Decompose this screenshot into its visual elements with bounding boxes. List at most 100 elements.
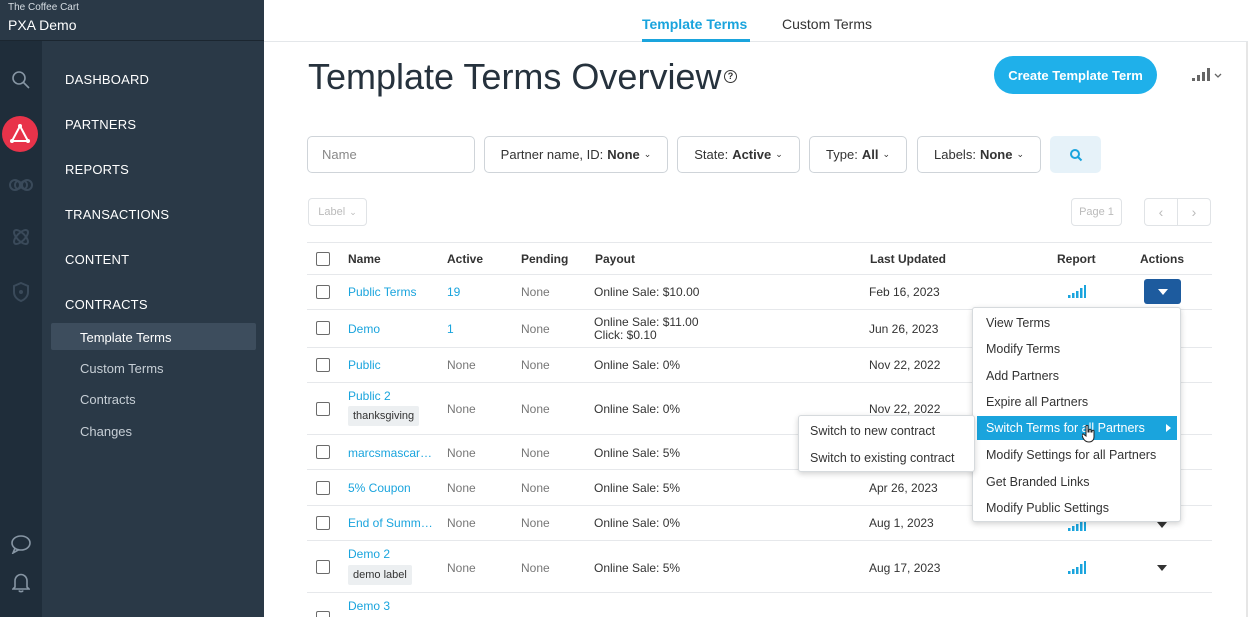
actions-caret-icon[interactable] <box>1157 565 1167 571</box>
search-button[interactable] <box>1050 136 1101 173</box>
search-icon[interactable] <box>9 68 33 92</box>
menu-item-switch-terms-label: Switch Terms for all Partners <box>986 421 1145 435</box>
term-name-link[interactable]: End of Summ… <box>348 516 433 530</box>
column-header-name[interactable]: Name <box>348 252 381 266</box>
report-bars-icon[interactable] <box>1068 285 1086 303</box>
active-tab-indicator <box>642 39 750 42</box>
nav-item-transactions[interactable]: TRANSACTIONS <box>65 207 169 222</box>
pending-cell: None <box>521 561 550 575</box>
bell-icon[interactable] <box>9 570 33 594</box>
submenu-item-existing-contract[interactable]: Switch to existing contract <box>810 451 955 465</box>
menu-item-modify-terms[interactable]: Modify Terms <box>986 342 1060 356</box>
nav-item-content[interactable]: CONTENT <box>65 252 129 267</box>
shield-icon[interactable] <box>9 280 33 304</box>
create-template-term-button[interactable]: Create Template Term <box>994 56 1157 94</box>
labels-filter-dropdown[interactable]: Labels: None ⌄ <box>917 136 1041 173</box>
term-name-link[interactable]: marcsmascar… <box>348 446 432 460</box>
chevron-down-icon: ⌄ <box>882 149 890 159</box>
term-name-link[interactable]: Public 2 <box>348 389 391 403</box>
submenu-item-new-contract[interactable]: Switch to new contract <box>810 424 935 438</box>
column-header-active[interactable]: Active <box>447 252 483 266</box>
row-checkbox[interactable] <box>316 402 330 416</box>
partner-filter-dropdown[interactable]: Partner name, ID: None ⌄ <box>484 136 668 173</box>
report-bars-icon[interactable] <box>1068 561 1086 579</box>
signal-menu-icon[interactable] <box>1192 66 1224 87</box>
chevron-down-icon: ⌄ <box>1016 149 1024 159</box>
active-cell: None <box>447 358 476 372</box>
pending-cell: None <box>521 322 550 336</box>
nav-subitem-custom-terms[interactable]: Custom Terms <box>80 361 164 376</box>
row-checkbox[interactable] <box>316 481 330 495</box>
last-updated-cell: Aug 17, 2023 <box>869 561 941 575</box>
actions-menu: View Terms Modify Terms Add Partners Exp… <box>972 307 1181 522</box>
help-icon[interactable]: ? <box>724 70 737 83</box>
pending-cell: None <box>521 285 550 299</box>
infinity-icon[interactable] <box>9 173 33 197</box>
last-updated-cell: Nov 22, 2022 <box>869 358 941 372</box>
term-name-link[interactable]: Demo <box>348 322 380 336</box>
chat-icon[interactable] <box>9 532 33 556</box>
app-name[interactable]: PXA Demo <box>8 17 76 33</box>
nav-subitem-contracts[interactable]: Contracts <box>80 392 136 407</box>
menu-item-view-terms[interactable]: View Terms <box>986 316 1050 330</box>
tab-template-terms[interactable]: Template Terms <box>642 16 747 32</box>
type-filter-dropdown[interactable]: Type: All ⌄ <box>809 136 907 173</box>
menu-item-expire-all-partners[interactable]: Expire all Partners <box>986 395 1088 409</box>
column-header-last-updated[interactable]: Last Updated <box>870 252 946 266</box>
actions-caret-icon[interactable] <box>1157 522 1167 528</box>
row-checkbox[interactable] <box>316 611 330 617</box>
payout-cell: Online Sale: 0% <box>594 402 681 416</box>
term-name-link[interactable]: Demo 2 <box>348 547 390 561</box>
menu-item-modify-settings[interactable]: Modify Settings for all Partners <box>986 448 1156 462</box>
row-checkbox[interactable] <box>316 285 330 299</box>
pending-cell: None <box>521 358 550 372</box>
label-tag: demo label <box>348 565 412 585</box>
menu-item-modify-public-settings[interactable]: Modify Public Settings <box>986 501 1109 515</box>
column-header-payout[interactable]: Payout <box>595 252 635 266</box>
tab-custom-terms[interactable]: Custom Terms <box>782 16 872 32</box>
row-checkbox[interactable] <box>316 445 330 459</box>
active-cell: None <box>447 481 476 495</box>
menu-item-add-partners[interactable]: Add Partners <box>986 369 1059 383</box>
partnerize-logo-icon[interactable] <box>2 116 38 152</box>
payout-cell: Online Sale: $10.00 <box>594 285 700 299</box>
column-header-actions: Actions <box>1140 252 1185 266</box>
row-checkbox[interactable] <box>316 358 330 372</box>
payout-cell: Click: $0.10 <box>594 328 657 342</box>
term-name-link[interactable]: 5% Coupon <box>348 481 411 495</box>
nav-item-partners[interactable]: PARTNERS <box>65 117 136 132</box>
nav-item-dashboard[interactable]: DASHBOARD <box>65 72 149 87</box>
row-checkbox[interactable] <box>316 516 330 530</box>
nav-item-reports[interactable]: REPORTS <box>65 162 129 177</box>
actions-dropdown-button[interactable] <box>1144 279 1181 304</box>
next-page-button[interactable]: › <box>1177 198 1211 226</box>
payout-cell: Online Sale: 0% <box>594 358 681 372</box>
row-checkbox[interactable] <box>316 560 330 574</box>
nav-item-contracts[interactable]: CONTRACTS <box>65 297 148 312</box>
atom-icon[interactable] <box>9 225 33 249</box>
nav-subitem-template-terms[interactable]: Template Terms <box>80 330 172 345</box>
active-cell: None <box>447 446 476 460</box>
select-all-checkbox[interactable] <box>316 252 330 266</box>
partner-filter-value: None <box>607 147 640 162</box>
name-search-input[interactable]: Name <box>307 136 475 173</box>
company-name: The Coffee Cart <box>8 2 79 13</box>
menu-item-switch-terms[interactable]: Switch Terms for all Partners <box>977 416 1177 440</box>
row-checkbox[interactable] <box>316 321 330 335</box>
nav-subitem-changes[interactable]: Changes <box>80 424 132 439</box>
brand-header: The Coffee Cart PXA Demo <box>0 0 264 41</box>
term-name-link[interactable]: Public Terms <box>348 285 416 299</box>
column-header-pending[interactable]: Pending <box>521 252 568 266</box>
payout-cell: Online Sale: 5% <box>594 481 681 495</box>
label-dropdown-text: Label <box>318 206 346 218</box>
state-filter-dropdown[interactable]: State: Active ⌄ <box>677 136 800 173</box>
menu-item-get-branded-links[interactable]: Get Branded Links <box>986 475 1090 489</box>
term-name-link[interactable]: Public <box>348 358 381 372</box>
label-dropdown[interactable]: Label ⌄ <box>308 198 367 226</box>
sidebar-nav: DASHBOARD PARTNERS REPORTS TRANSACTIONS … <box>42 41 264 617</box>
active-count-link[interactable]: 1 <box>447 322 454 336</box>
active-count-link[interactable]: 19 <box>447 285 460 299</box>
payout-cell: Online Sale: 0% <box>594 516 681 530</box>
prev-page-button[interactable]: ‹ <box>1144 198 1178 226</box>
term-name-link[interactable]: Demo 3 <box>348 599 390 613</box>
